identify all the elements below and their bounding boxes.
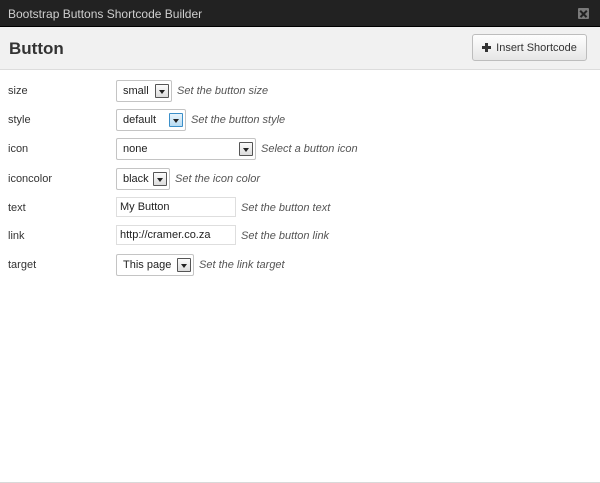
style-label: style xyxy=(8,114,31,126)
icon-label: icon xyxy=(8,143,29,155)
icon-hint: Select a button icon xyxy=(261,143,358,155)
chevron-down-icon xyxy=(153,172,167,186)
style-row: style default Set the button style xyxy=(0,109,600,131)
dialog-title: Bootstrap Buttons Shortcode Builder xyxy=(8,7,203,21)
chevron-down-icon xyxy=(155,84,169,98)
text-field[interactable] xyxy=(116,197,236,217)
text-row: text Set the button text xyxy=(0,197,600,219)
style-hint: Set the button style xyxy=(191,114,286,126)
iconcolor-select[interactable]: black xyxy=(116,168,170,190)
size-row: size small Set the button size xyxy=(0,80,600,102)
iconcolor-select-value: black xyxy=(123,173,149,185)
chevron-down-icon xyxy=(177,258,191,272)
close-icon[interactable] xyxy=(578,8,589,19)
insert-shortcode-button[interactable]: Insert Shortcode xyxy=(472,34,587,61)
size-select[interactable]: small xyxy=(116,80,172,102)
size-select-value: small xyxy=(123,85,149,97)
plus-icon xyxy=(482,43,492,52)
target-hint: Set the link target xyxy=(199,259,285,271)
target-row: target This page Set the link target xyxy=(0,254,600,276)
style-select[interactable]: default xyxy=(116,109,186,131)
link-label: link xyxy=(8,230,25,242)
link-row: link Set the button link xyxy=(0,225,600,247)
link-field[interactable] xyxy=(116,225,236,245)
target-select-value: This page xyxy=(123,259,172,271)
link-hint: Set the button link xyxy=(241,230,330,242)
insert-shortcode-label: Insert Shortcode xyxy=(496,41,577,54)
icon-select[interactable]: none xyxy=(116,138,256,160)
style-select-value: default xyxy=(123,114,157,126)
dialog-titlebar: Bootstrap Buttons Shortcode Builder xyxy=(0,0,600,27)
icon-select-value: none xyxy=(123,143,148,155)
target-select[interactable]: This page xyxy=(116,254,194,276)
page-title: Button xyxy=(9,39,64,58)
chevron-down-icon xyxy=(169,113,183,127)
text-hint: Set the button text xyxy=(241,202,331,214)
text-label: text xyxy=(8,202,26,214)
text-input[interactable] xyxy=(117,198,235,216)
link-input[interactable] xyxy=(117,226,235,244)
iconcolor-row: iconcolor black Set the icon color xyxy=(0,168,600,190)
target-label: target xyxy=(8,259,37,271)
chevron-down-icon xyxy=(239,142,253,156)
iconcolor-hint: Set the icon color xyxy=(175,173,260,185)
dialog-header: Button Insert Shortcode xyxy=(0,27,600,70)
size-hint: Set the button size xyxy=(177,85,269,97)
size-label: size xyxy=(8,85,28,97)
iconcolor-label: iconcolor xyxy=(8,173,53,185)
icon-row: icon none Select a button icon xyxy=(0,138,600,160)
